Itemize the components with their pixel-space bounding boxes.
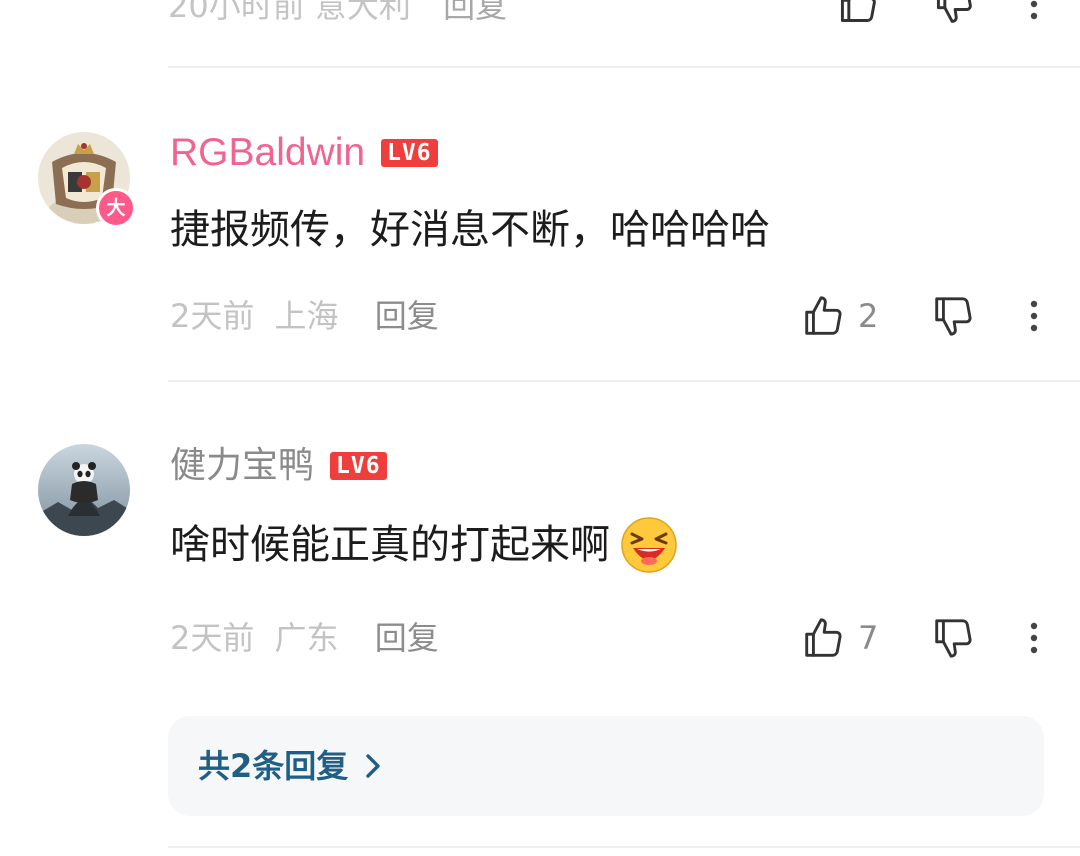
comment-location: 意大利 (314, 0, 411, 25)
username[interactable]: RGBaldwin (170, 130, 365, 176)
comment-time: 2天前 (170, 619, 255, 657)
avatar[interactable] (38, 444, 130, 536)
more-button[interactable] (1022, 0, 1046, 24)
laughing-crying-emoji-icon (621, 517, 677, 573)
like-button[interactable]: 2 (800, 292, 878, 340)
dislike-button[interactable] (932, 0, 976, 24)
like-button[interactable] (836, 0, 880, 24)
thumbs-up-icon (805, 618, 842, 657)
comment-body: 捷报频传，好消息不断，哈哈哈哈 (170, 207, 770, 253)
more-vertical-icon (1030, 0, 1038, 20)
like-button[interactable]: 7 (800, 614, 878, 662)
comment-meta: 2天前 广东 回复 (170, 616, 439, 660)
more-vertical-icon (1030, 300, 1038, 332)
comment-header: 健力宝鸭 LV6 (170, 443, 387, 489)
like-count: 2 (858, 297, 879, 335)
more-button[interactable] (1022, 614, 1046, 662)
comment-body: 啥时候能正真的打起来啊 (170, 522, 610, 568)
panda-avatar-image (38, 444, 130, 536)
thumbs-up-icon (840, 0, 876, 22)
more-button[interactable] (1022, 292, 1046, 340)
chevron-right-icon (362, 751, 384, 781)
like-count: 7 (858, 619, 879, 657)
level-badge: LV6 (381, 139, 438, 167)
dislike-button[interactable] (930, 292, 976, 340)
thumbs-down-icon (935, 297, 972, 336)
comment-location: 上海 (274, 297, 339, 335)
thumbs-up-icon (805, 296, 842, 335)
view-replies-button[interactable]: 共2条回复 (168, 716, 1044, 816)
divider (168, 380, 1080, 382)
username[interactable]: 健力宝鸭 (170, 443, 314, 489)
avatar-badge: 大 (96, 188, 136, 228)
divider (168, 846, 1080, 848)
dislike-button[interactable] (930, 614, 976, 662)
level-badge: LV6 (330, 452, 387, 480)
reply-button[interactable]: 回复 (375, 297, 439, 335)
replies-count-label: 共2条回复 (198, 747, 349, 785)
comment-text: 啥时候能正真的打起来啊 (170, 517, 678, 573)
comment-meta: 2天前 上海 回复 (170, 294, 439, 338)
thumbs-down-icon (935, 619, 972, 658)
reply-button[interactable]: 回复 (443, 0, 507, 25)
thumbs-down-icon (936, 0, 972, 23)
comment-text: 捷报频传，好消息不断，哈哈哈哈 (170, 202, 770, 258)
comment-feed: 20小时前 意大利 回复 大 RGBaldwin LV6 捷报频传，好消息不断，… (0, 0, 1080, 856)
comment-location: 广东 (274, 619, 339, 657)
reply-button[interactable]: 回复 (375, 619, 439, 657)
partial-comment-meta: 20小时前 意大利 回复 (168, 0, 507, 26)
comment-time: 2天前 (170, 297, 255, 335)
more-vertical-icon (1030, 622, 1038, 654)
comment-time: 20小时前 (168, 0, 305, 25)
comment-header: RGBaldwin LV6 (170, 130, 438, 176)
divider (168, 66, 1080, 68)
